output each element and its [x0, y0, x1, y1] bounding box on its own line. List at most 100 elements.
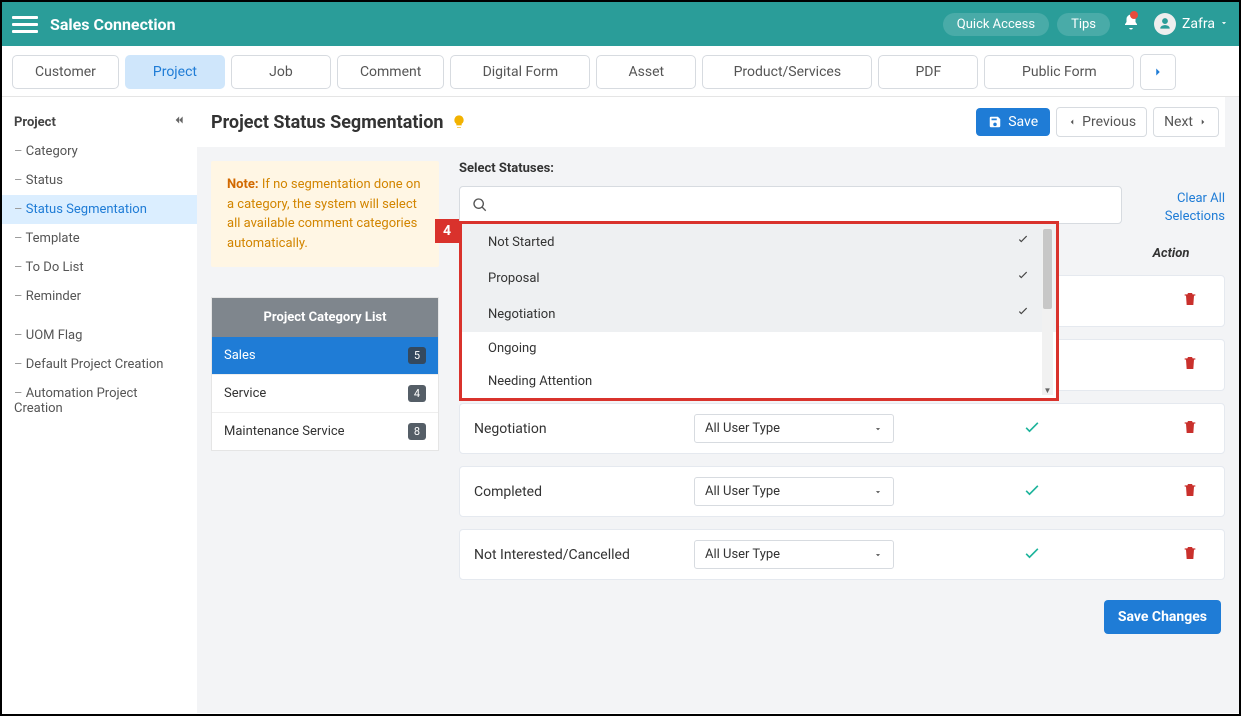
- category-count-badge: 5: [408, 347, 426, 364]
- status-row: Negotiation All User Type: [459, 403, 1225, 454]
- check-icon: [1022, 417, 1042, 441]
- user-menu[interactable]: Zafra: [1154, 13, 1229, 35]
- previous-button[interactable]: Previous: [1056, 107, 1147, 137]
- dropdown-scrollbar[interactable]: ▲ ▼: [1042, 227, 1053, 395]
- category-list-header: Project Category List: [212, 298, 438, 337]
- save-button[interactable]: Save: [976, 108, 1050, 136]
- notification-dot: [1130, 11, 1138, 19]
- search-icon: [472, 197, 488, 213]
- chevron-down-icon: [873, 424, 883, 434]
- status-search-input[interactable]: [459, 186, 1122, 224]
- category-name: Service: [224, 386, 266, 401]
- category-row-service[interactable]: Service 4: [212, 374, 438, 412]
- lightbulb-icon[interactable]: [451, 114, 467, 130]
- category-name: Sales: [224, 348, 256, 363]
- category-list: Project Category List Sales 5 Service 4 …: [211, 297, 439, 451]
- tab-customer[interactable]: Customer: [12, 55, 119, 89]
- delete-icon[interactable]: [1170, 481, 1210, 503]
- chevron-down-icon: [873, 550, 883, 560]
- select-statuses-label: Select Statuses:: [459, 161, 1225, 176]
- callout-tag: 4: [435, 219, 459, 243]
- sidebar-item-default-project-creation[interactable]: Default Project Creation: [2, 350, 197, 379]
- chevron-down-icon: [1219, 16, 1229, 32]
- status-dropdown: 4 Not Started Proposal Negotiation: [459, 221, 1059, 401]
- note-box: Note: If no segmentation done on a categ…: [211, 161, 439, 267]
- module-tabs: Customer Project Job Comment Digital For…: [2, 46, 1239, 97]
- tips-button[interactable]: Tips: [1057, 13, 1110, 36]
- sidebar-item-category[interactable]: Category: [2, 137, 197, 166]
- quick-access-button[interactable]: Quick Access: [943, 13, 1049, 36]
- tab-comment[interactable]: Comment: [337, 55, 444, 89]
- check-icon: [1016, 305, 1030, 323]
- next-button[interactable]: Next: [1153, 107, 1219, 137]
- save-icon: [988, 115, 1002, 129]
- sidebar-item-todolist[interactable]: To Do List: [2, 253, 197, 282]
- check-icon: [1016, 233, 1030, 251]
- user-type-label: All User Type: [705, 421, 780, 436]
- tab-project[interactable]: Project: [125, 55, 225, 89]
- sidebar-item-status[interactable]: Status: [2, 166, 197, 195]
- tab-job[interactable]: Job: [231, 55, 331, 89]
- dropdown-item[interactable]: Proposal: [462, 260, 1056, 296]
- dropdown-item-label: Proposal: [488, 271, 540, 286]
- chevron-left-icon: [1067, 117, 1077, 127]
- notifications-icon[interactable]: [1122, 13, 1140, 35]
- dropdown-item[interactable]: Negotiation: [462, 296, 1056, 332]
- save-button-label: Save: [1008, 114, 1038, 130]
- tab-pdf[interactable]: PDF: [878, 55, 978, 89]
- chevron-right-icon: [1198, 117, 1208, 127]
- tab-public-form[interactable]: Public Form: [984, 55, 1134, 89]
- tab-scroll-right[interactable]: [1140, 54, 1176, 90]
- sidebar-item-template[interactable]: Template: [2, 224, 197, 253]
- check-icon: [1022, 543, 1042, 567]
- dropdown-item[interactable]: Not Started: [462, 224, 1056, 260]
- delete-icon[interactable]: [1170, 354, 1210, 376]
- category-row-sales[interactable]: Sales 5: [212, 337, 438, 374]
- tab-asset[interactable]: Asset: [596, 55, 696, 89]
- delete-icon[interactable]: [1170, 418, 1210, 440]
- sidebar-collapse-icon[interactable]: [171, 113, 185, 131]
- next-label: Next: [1164, 114, 1193, 130]
- scroll-down-icon[interactable]: ▼: [1042, 386, 1053, 395]
- menu-icon[interactable]: [12, 11, 38, 37]
- check-icon: [1022, 480, 1042, 504]
- user-type-select[interactable]: All User Type: [694, 540, 894, 569]
- sidebar-item-uom-flag[interactable]: UOM Flag: [2, 321, 197, 350]
- category-count-badge: 8: [408, 423, 426, 440]
- delete-icon[interactable]: [1170, 544, 1210, 566]
- main-content: Project Status Segmentation Save Previou…: [197, 97, 1239, 713]
- chevron-down-icon: [873, 487, 883, 497]
- user-type-select[interactable]: All User Type: [694, 477, 894, 506]
- page-header: Project Status Segmentation Save Previou…: [197, 97, 1225, 147]
- save-changes-button[interactable]: Save Changes: [1104, 600, 1221, 634]
- page-title: Project Status Segmentation: [211, 112, 443, 133]
- category-count-badge: 4: [408, 385, 426, 402]
- sidebar-item-reminder[interactable]: Reminder: [2, 282, 197, 311]
- tab-digital-form[interactable]: Digital Form: [450, 55, 590, 89]
- status-name: Completed: [474, 484, 694, 500]
- top-bar: Sales Connection Quick Access Tips Zafra: [2, 2, 1239, 46]
- user-type-select[interactable]: All User Type: [694, 414, 894, 443]
- category-row-maintenance[interactable]: Maintenance Service 8: [212, 412, 438, 450]
- dropdown-item-label: Negotiation: [488, 307, 555, 322]
- dropdown-item[interactable]: Ongoing: [462, 332, 1056, 365]
- dropdown-item-label: Ongoing: [488, 341, 536, 356]
- status-row: Completed All User Type: [459, 466, 1225, 517]
- user-name: Zafra: [1182, 16, 1215, 32]
- dropdown-item-label: Not Started: [488, 235, 554, 250]
- sidebar-item-status-segmentation[interactable]: Status Segmentation: [2, 195, 197, 224]
- dropdown-item[interactable]: Needing Attention: [462, 365, 1056, 398]
- sidebar-title: Project: [14, 115, 56, 130]
- tab-product-services[interactable]: Product/Services: [702, 55, 872, 89]
- status-row: Not Interested/Cancelled All User Type: [459, 529, 1225, 580]
- delete-icon[interactable]: [1170, 290, 1210, 312]
- category-name: Maintenance Service: [224, 424, 345, 439]
- clear-all-link[interactable]: Clear All Selections: [1140, 186, 1225, 226]
- dropdown-item-label: Needing Attention: [488, 374, 592, 389]
- action-header: Action: [1131, 246, 1211, 261]
- brand-title: Sales Connection: [50, 15, 176, 34]
- scroll-thumb[interactable]: [1043, 229, 1052, 309]
- note-label: Note:: [227, 177, 259, 192]
- status-name: Negotiation: [474, 421, 694, 437]
- sidebar-item-automation-project-creation[interactable]: Automation Project Creation: [2, 379, 197, 423]
